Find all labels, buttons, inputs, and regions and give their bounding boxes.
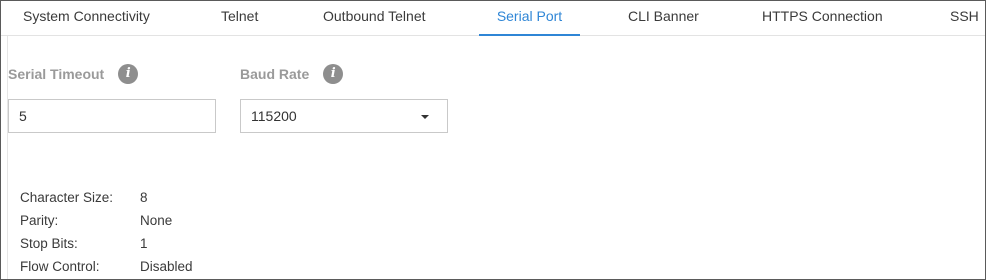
serial-port-details: Character Size: 8 Parity: None Stop Bits… bbox=[20, 186, 193, 278]
detail-value: 8 bbox=[140, 190, 148, 205]
detail-key: Character Size: bbox=[20, 190, 114, 205]
detail-value: 1 bbox=[140, 236, 148, 251]
detail-key: Parity: bbox=[20, 213, 59, 228]
detail-key: Flow Control: bbox=[20, 259, 100, 274]
detail-row: Parity: None bbox=[20, 209, 193, 232]
serial-timeout-value: 5 bbox=[19, 108, 27, 124]
tab-ssh[interactable]: SSH bbox=[950, 1, 979, 35]
serial-timeout-label: Serial Timeout i bbox=[8, 64, 139, 84]
baud-rate-value: 115200 bbox=[251, 108, 297, 124]
tab-serial-port[interactable]: Serial Port bbox=[479, 1, 580, 36]
tab-system-connectivity[interactable]: System Connectivity bbox=[23, 1, 150, 35]
tab-telnet[interactable]: Telnet bbox=[221, 1, 258, 35]
serial-port-settings-panel: System Connectivity Telnet Outbound Teln… bbox=[0, 0, 986, 280]
info-icon[interactable]: i bbox=[323, 64, 344, 84]
tab-outbound-telnet[interactable]: Outbound Telnet bbox=[323, 1, 426, 35]
detail-key: Stop Bits: bbox=[20, 236, 78, 251]
tab-cli-banner[interactable]: CLI Banner bbox=[628, 1, 699, 35]
detail-row: Flow Control: Disabled bbox=[20, 255, 193, 278]
baud-rate-label-text: Baud Rate bbox=[240, 66, 310, 82]
serial-timeout-input[interactable]: 5 bbox=[8, 99, 216, 133]
detail-value: None bbox=[140, 213, 173, 228]
baud-rate-label: Baud Rate i bbox=[240, 64, 344, 84]
detail-row: Character Size: 8 bbox=[20, 186, 193, 209]
detail-value: Disabled bbox=[140, 259, 193, 274]
serial-timeout-label-text: Serial Timeout bbox=[8, 66, 105, 82]
settings-tab-bar: System Connectivity Telnet Outbound Teln… bbox=[1, 1, 985, 36]
chevron-down-icon bbox=[421, 115, 429, 119]
info-icon[interactable]: i bbox=[118, 64, 139, 84]
serial-port-content: Serial Timeout i 5 Baud Rate i 115200 Ch… bbox=[7, 36, 984, 279]
tab-https-connection[interactable]: HTTPS Connection bbox=[762, 1, 883, 35]
baud-rate-select[interactable]: 115200 bbox=[240, 99, 448, 133]
detail-row: Stop Bits: 1 bbox=[20, 232, 193, 255]
